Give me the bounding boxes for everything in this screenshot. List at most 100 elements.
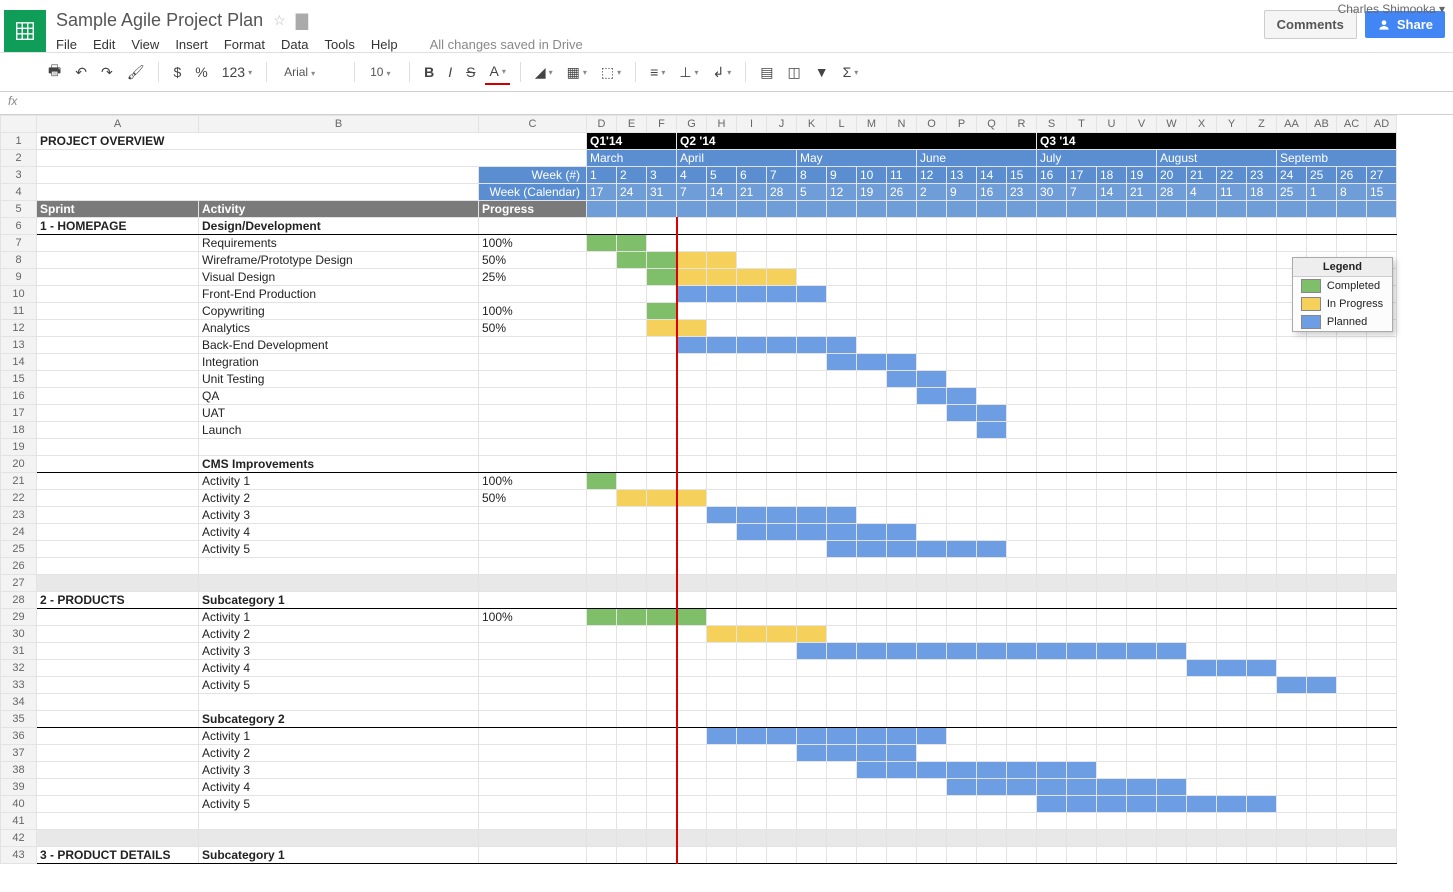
gantt-cell[interactable] [737,422,767,439]
gantt-cell[interactable] [1367,490,1397,507]
col-header[interactable]: P [947,116,977,133]
progress-cell[interactable] [479,677,587,694]
gantt-cell[interactable] [1307,796,1337,813]
col-header[interactable]: J [767,116,797,133]
gantt-cell[interactable] [887,796,917,813]
gantt-cell[interactable] [797,388,827,405]
gantt-cell[interactable] [1157,286,1187,303]
sprint-cell[interactable] [37,694,199,711]
gantt-cell[interactable] [1277,456,1307,473]
gantt-cell[interactable] [1187,286,1217,303]
gantt-cell[interactable] [827,218,857,235]
gantt-cell[interactable] [857,303,887,320]
folder-icon[interactable]: ▇ [296,11,308,31]
gantt-cell[interactable] [677,711,707,728]
gantt-cell[interactable] [1307,337,1337,354]
gantt-cell[interactable] [1067,320,1097,337]
gantt-cell[interactable] [647,779,677,796]
sprint-cell[interactable] [37,405,199,422]
gantt-cell[interactable] [647,558,677,575]
gantt-cell[interactable] [1247,388,1277,405]
gantt-cell[interactable] [1127,422,1157,439]
gantt-cell[interactable] [1097,218,1127,235]
gantt-cell[interactable] [1277,813,1307,830]
gantt-cell[interactable] [1037,779,1067,796]
gantt-cell[interactable] [917,728,947,745]
gantt-cell[interactable] [1247,592,1277,609]
col-header[interactable]: R [1007,116,1037,133]
gantt-cell[interactable] [887,694,917,711]
gantt-cell[interactable] [1307,354,1337,371]
progress-cell[interactable]: 50% [479,490,587,507]
gantt-cell[interactable] [1337,813,1367,830]
gantt-cell[interactable] [1097,354,1127,371]
gantt-cell[interactable] [677,745,707,762]
gantt-cell[interactable] [1157,218,1187,235]
gantt-cell[interactable] [947,388,977,405]
gantt-cell[interactable] [857,439,887,456]
gantt-cell[interactable] [737,813,767,830]
gantt-cell[interactable] [1217,235,1247,252]
progress-cell[interactable] [479,745,587,762]
gantt-cell[interactable] [707,677,737,694]
gantt-cell[interactable] [1187,660,1217,677]
gantt-cell[interactable] [1127,405,1157,422]
gantt-cell[interactable] [617,286,647,303]
gantt-cell[interactable] [587,507,617,524]
gantt-cell[interactable] [1127,745,1157,762]
gantt-cell[interactable] [917,388,947,405]
activity-cell[interactable]: Activity 1 [199,728,479,745]
gantt-cell[interactable] [1067,371,1097,388]
gantt-cell[interactable] [1247,847,1277,864]
gantt-cell[interactable] [1127,218,1157,235]
gantt-cell[interactable] [767,388,797,405]
gantt-cell[interactable] [947,473,977,490]
gantt-cell[interactable] [977,337,1007,354]
sprint-cell[interactable] [37,388,199,405]
gantt-cell[interactable] [1007,286,1037,303]
gantt-cell[interactable] [1337,388,1367,405]
gantt-cell[interactable] [737,507,767,524]
gantt-cell[interactable] [707,643,737,660]
gantt-cell[interactable] [1067,762,1097,779]
gantt-cell[interactable] [677,252,707,269]
gantt-cell[interactable] [677,303,707,320]
gantt-cell[interactable] [677,507,707,524]
gantt-cell[interactable] [587,609,617,626]
gantt-cell[interactable] [707,609,737,626]
gantt-cell[interactable] [857,643,887,660]
gantt-cell[interactable] [1067,745,1097,762]
gantt-cell[interactable] [887,269,917,286]
col-header[interactable]: I [737,116,767,133]
gantt-cell[interactable] [887,218,917,235]
gantt-cell[interactable] [1097,320,1127,337]
gantt-cell[interactable] [1247,541,1277,558]
gantt-cell[interactable] [977,473,1007,490]
progress-cell[interactable]: 100% [479,303,587,320]
gantt-cell[interactable] [1127,320,1157,337]
gantt-cell[interactable] [1337,660,1367,677]
gantt-cell[interactable] [677,473,707,490]
gantt-cell[interactable] [1277,694,1307,711]
gantt-cell[interactable] [1187,524,1217,541]
gantt-cell[interactable] [1337,405,1367,422]
gantt-cell[interactable] [947,643,977,660]
gantt-cell[interactable] [1127,762,1157,779]
gantt-cell[interactable] [617,541,647,558]
gantt-cell[interactable] [1007,456,1037,473]
gantt-cell[interactable] [947,439,977,456]
gantt-cell[interactable] [1337,677,1367,694]
gantt-cell[interactable] [1037,422,1067,439]
gantt-cell[interactable] [977,592,1007,609]
gantt-cell[interactable] [1247,626,1277,643]
gantt-cell[interactable] [977,269,1007,286]
gantt-cell[interactable] [827,439,857,456]
gantt-cell[interactable] [737,337,767,354]
gantt-cell[interactable] [617,371,647,388]
gantt-cell[interactable] [1307,524,1337,541]
gantt-cell[interactable] [1037,524,1067,541]
gantt-cell[interactable] [887,405,917,422]
progress-cell[interactable] [479,575,587,592]
gantt-cell[interactable] [1097,609,1127,626]
gantt-cell[interactable] [1217,252,1247,269]
